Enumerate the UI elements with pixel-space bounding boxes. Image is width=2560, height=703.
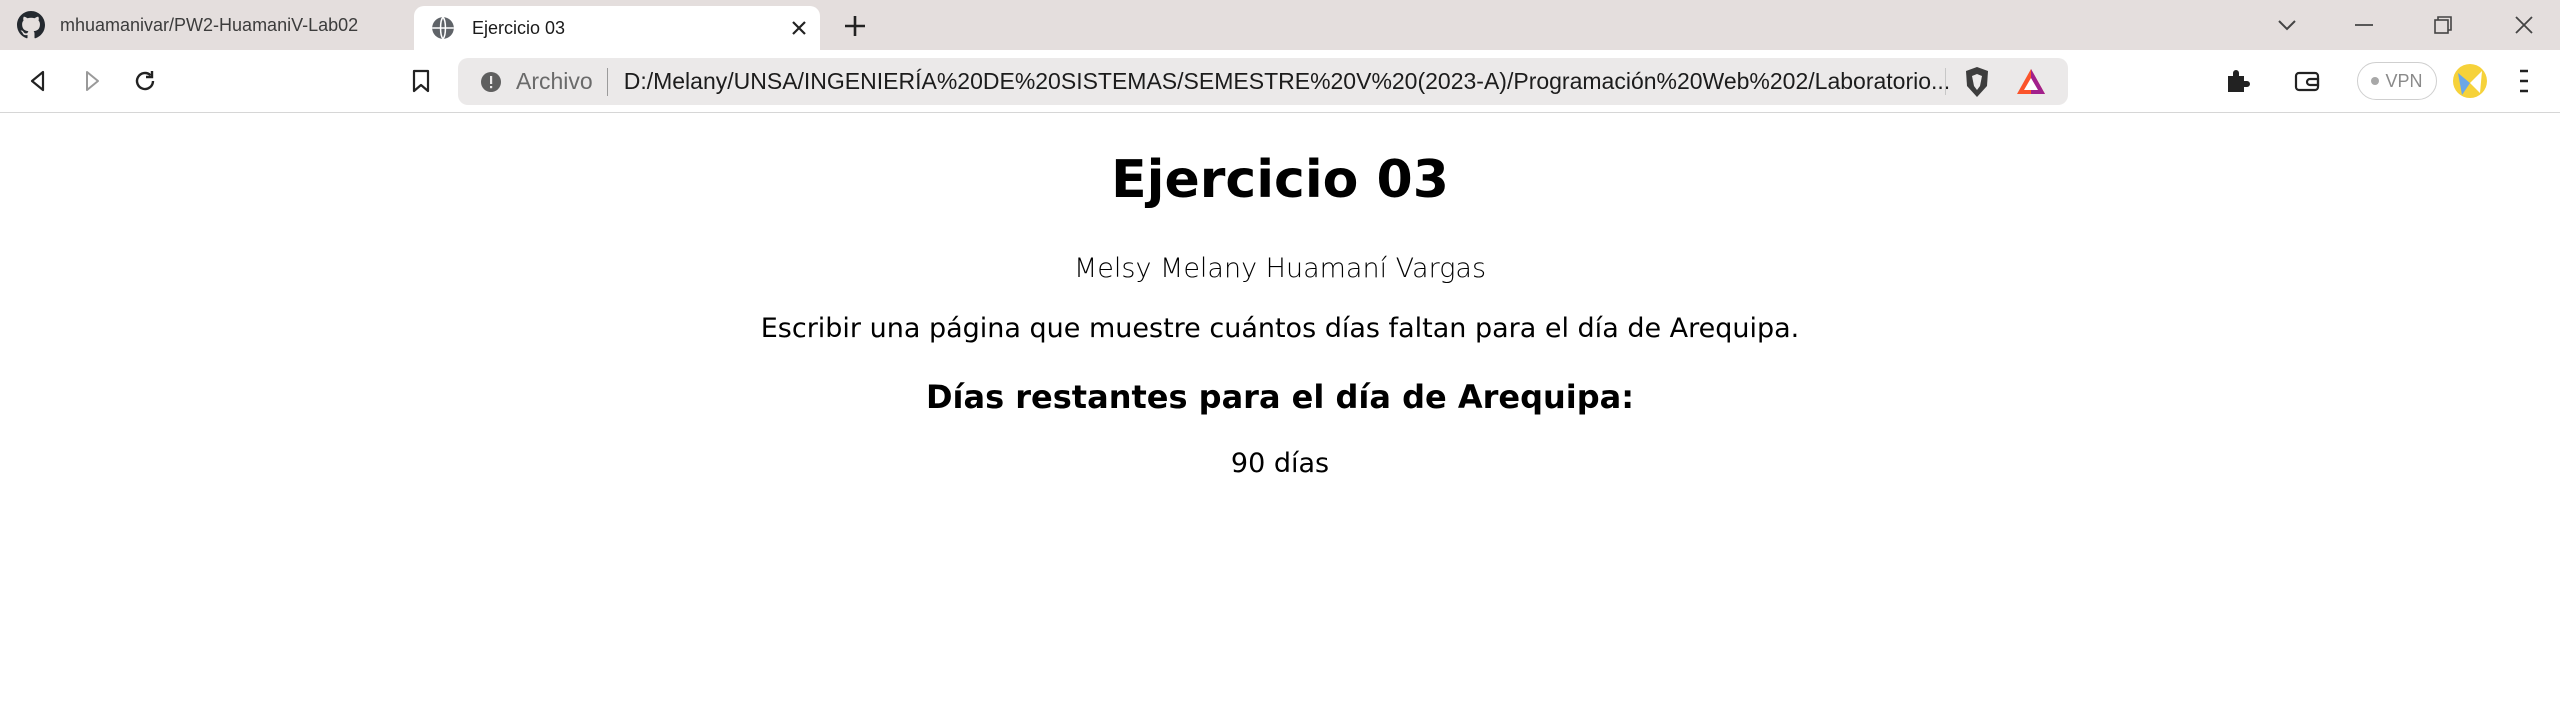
info-icon[interactable]	[474, 65, 508, 99]
divider	[1945, 68, 1946, 95]
divider	[606, 67, 608, 96]
tab-title: Ejercicio 03	[472, 17, 566, 38]
minimize-icon[interactable]	[2328, 0, 2400, 50]
close-icon[interactable]	[784, 13, 814, 43]
reload-icon[interactable]	[125, 61, 165, 101]
tab-search-chevron-icon[interactable]	[2251, 0, 2323, 50]
url-scheme-label: Archivo	[516, 68, 593, 94]
forward-icon[interactable]	[72, 61, 112, 101]
page-content: Ejercicio 03 Melsy Melany Huamaní Vargas…	[0, 114, 2560, 703]
github-icon	[16, 10, 46, 40]
vpn-label: VPN	[2385, 70, 2423, 91]
exercise-description: Escribir una página que muestre cuántos …	[760, 313, 1800, 344]
browser-toolbar: Archivo D:/Melany/UNSA/INGENIERÍA%20DE%2…	[0, 50, 2560, 113]
days-remaining-value: 90 días	[1230, 448, 1330, 479]
vpn-status-dot	[2371, 77, 2380, 85]
tab-title: mhuamanivar/PW2-HuamaniV-Lab02	[60, 14, 359, 35]
result-heading: Días restantes para el día de Arequipa:	[925, 378, 1635, 416]
profile-avatar[interactable]	[2450, 61, 2490, 101]
tab-github[interactable]: mhuamanivar/PW2-HuamaniV-Lab02	[0, 0, 410, 50]
brave-rewards-icon[interactable]	[2012, 63, 2050, 101]
author-name: Melsy Melany Huamaní Vargas	[1073, 253, 1487, 284]
wallet-icon[interactable]	[2287, 61, 2327, 101]
url-text[interactable]: D:/Melany/UNSA/INGENIERÍA%20DE%20SISTEMA…	[624, 68, 1949, 95]
page-title: Ejercicio 03	[1111, 150, 1449, 210]
tab-strip: mhuamanivar/PW2-HuamaniV-Lab02 Ejercicio…	[0, 0, 2560, 50]
restore-icon[interactable]	[2407, 0, 2479, 50]
tab-ejercicio-03[interactable]: Ejercicio 03	[414, 6, 820, 50]
bookmark-icon[interactable]	[401, 61, 441, 101]
menu-icon[interactable]	[2504, 61, 2544, 101]
globe-icon	[428, 13, 458, 43]
brave-shields-icon[interactable]	[1958, 63, 1996, 101]
vpn-button[interactable]: VPN	[2357, 62, 2437, 100]
extensions-icon[interactable]	[2218, 61, 2258, 101]
back-icon[interactable]	[18, 61, 58, 101]
window-close-icon[interactable]	[2488, 0, 2560, 50]
address-bar[interactable]: Archivo D:/Melany/UNSA/INGENIERÍA%20DE%2…	[458, 58, 2068, 105]
new-tab-button[interactable]	[836, 7, 874, 45]
